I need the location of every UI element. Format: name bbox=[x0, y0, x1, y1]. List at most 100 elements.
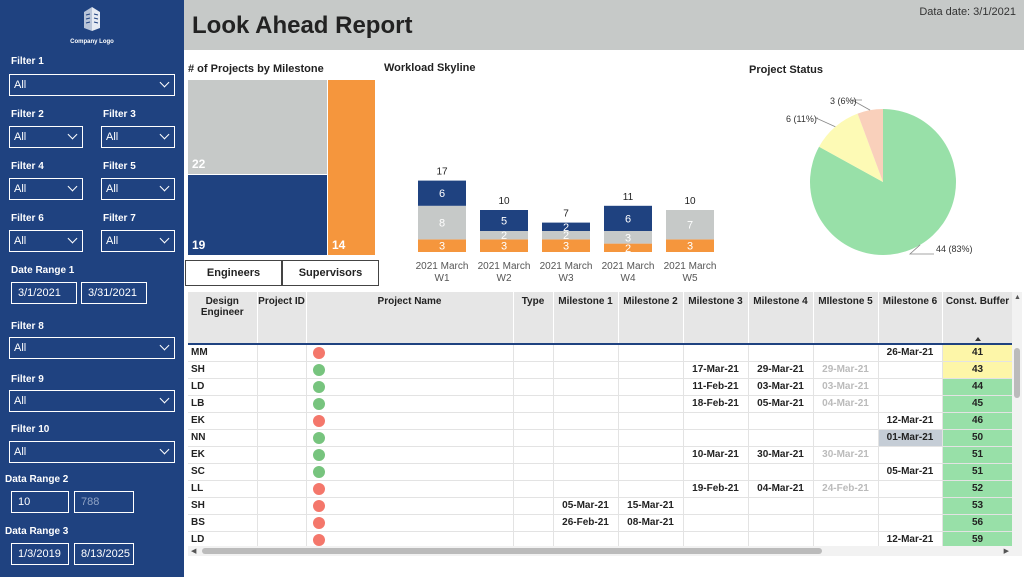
table-row[interactable]: MM 26-Mar-21 41 bbox=[188, 344, 1014, 362]
filter-6-dropdown[interactable]: All bbox=[9, 230, 83, 252]
cell-milestone-5 bbox=[813, 497, 879, 515]
cell-design-engineer: LB bbox=[188, 395, 258, 413]
data-range-3-start[interactable]: 1/3/2019 bbox=[11, 543, 69, 565]
cell-milestone-2 bbox=[618, 480, 684, 498]
cell-project-name bbox=[306, 395, 514, 413]
table-row[interactable]: SH 05-Mar-21 15-Mar-21 53 bbox=[188, 497, 1014, 515]
filter-6-label: Filter 6 bbox=[11, 213, 44, 224]
data-range-3-end[interactable]: 8/13/2025 bbox=[74, 543, 134, 565]
cell-design-engineer: BS bbox=[188, 514, 258, 532]
cell-project-id bbox=[257, 463, 307, 481]
cell-milestone-2 bbox=[618, 361, 684, 379]
vertical-scrollbar[interactable]: ▲ bbox=[1012, 292, 1022, 556]
filter-10-dropdown[interactable]: All bbox=[9, 441, 175, 463]
filter-2-dropdown[interactable]: All bbox=[9, 126, 83, 148]
cell-milestone-5: 03-Mar-21 bbox=[813, 378, 879, 396]
tab-engineers[interactable]: Engineers bbox=[185, 260, 282, 286]
pie-slice-label: 3 (6%) bbox=[830, 96, 857, 106]
cell-milestone-3: 17-Mar-21 bbox=[683, 361, 749, 379]
date-range-1-start[interactable]: 3/1/2021 bbox=[11, 282, 77, 304]
col-design-engineer[interactable]: Design Engineer bbox=[188, 292, 258, 345]
skyline-segment-label: 5 bbox=[501, 216, 507, 228]
col-milestone-5[interactable]: MIlestone 5 bbox=[813, 292, 879, 345]
col-type[interactable]: Type bbox=[513, 292, 554, 345]
treemap-cell-orange[interactable]: 14 bbox=[328, 80, 375, 255]
skyline-category-label: W1 bbox=[435, 273, 450, 284]
filter-6-value: All bbox=[14, 235, 27, 247]
cell-const-buffer: 50 bbox=[942, 429, 1014, 447]
col-const-buffer[interactable]: Const. Buffer bbox=[942, 292, 1014, 345]
scroll-up-icon[interactable]: ▲ bbox=[1014, 294, 1021, 301]
cell-milestone-6 bbox=[878, 514, 943, 532]
status-dot-icon bbox=[312, 465, 325, 478]
filter-5-dropdown[interactable]: All bbox=[101, 178, 175, 200]
filter-3-dropdown[interactable]: All bbox=[101, 126, 175, 148]
col-milestone-1[interactable]: Milestone 1 bbox=[553, 292, 619, 345]
status-dot-icon bbox=[312, 414, 325, 427]
cell-project-name bbox=[306, 497, 514, 515]
tab-supervisors[interactable]: Supervisors bbox=[282, 260, 379, 286]
vertical-scroll-thumb[interactable] bbox=[1014, 348, 1020, 398]
status-dot-icon bbox=[312, 499, 325, 512]
table-row[interactable]: NN 01-Mar-21 50 bbox=[188, 429, 1014, 447]
table-row[interactable]: EK 12-Mar-21 46 bbox=[188, 412, 1014, 430]
cell-milestone-3 bbox=[683, 412, 749, 430]
cell-milestone-3: 10-Mar-21 bbox=[683, 446, 749, 464]
cell-milestone-4: 29-Mar-21 bbox=[748, 361, 814, 379]
chevron-down-icon bbox=[67, 181, 78, 192]
table-row[interactable]: LL 19-Feb-21 04-Mar-21 24-Feb-21 52 bbox=[188, 480, 1014, 498]
col-project-name[interactable]: Project Name bbox=[306, 292, 514, 345]
filter-9-dropdown[interactable]: All bbox=[9, 390, 175, 412]
filter-sidebar: Company Logo Filter 1 All Filter 2 All F… bbox=[0, 0, 184, 577]
cell-milestone-6 bbox=[878, 378, 943, 396]
table-row[interactable]: LD 11-Feb-21 03-Mar-21 03-Mar-21 44 bbox=[188, 378, 1014, 396]
cell-type bbox=[513, 514, 554, 532]
treemap-cell-blue[interactable]: 19 bbox=[188, 175, 327, 255]
page-title: Look Ahead Report bbox=[192, 12, 413, 39]
skyline-segment-label: 8 bbox=[439, 218, 445, 230]
data-range-2-end[interactable]: 788 bbox=[74, 491, 134, 513]
horizontal-scroll-thumb[interactable] bbox=[202, 548, 822, 554]
cell-const-buffer: 44 bbox=[942, 378, 1014, 396]
cell-type bbox=[513, 378, 554, 396]
status-dot-icon bbox=[312, 397, 325, 410]
col-milestone-4[interactable]: Milestone 4 bbox=[748, 292, 814, 345]
cell-milestone-4: 05-Mar-21 bbox=[748, 395, 814, 413]
col-milestone-2[interactable]: Milestone 2 bbox=[618, 292, 684, 345]
cell-milestone-6 bbox=[878, 480, 943, 498]
table-row[interactable]: SC 05-Mar-21 51 bbox=[188, 463, 1014, 481]
filter-1-dropdown[interactable]: All bbox=[9, 74, 175, 96]
treemap-cell-grey[interactable]: 22 bbox=[188, 80, 327, 174]
cell-project-id bbox=[257, 378, 307, 396]
cell-milestone-1: 05-Mar-21 bbox=[553, 497, 619, 515]
col-milestone-6[interactable]: Milestone 6 bbox=[878, 292, 943, 345]
filter-7-dropdown[interactable]: All bbox=[101, 230, 175, 252]
table-row[interactable]: EK 10-Mar-21 30-Mar-21 30-Mar-21 51 bbox=[188, 446, 1014, 464]
cell-type bbox=[513, 480, 554, 498]
cell-project-name bbox=[306, 514, 514, 532]
table-row[interactable]: LB 18-Feb-21 05-Mar-21 04-Mar-21 45 bbox=[188, 395, 1014, 413]
scroll-right-icon[interactable]: ▶ bbox=[1004, 547, 1009, 555]
table-row[interactable]: BS 26-Feb-21 08-Mar-21 56 bbox=[188, 514, 1014, 532]
cell-milestone-2 bbox=[618, 412, 684, 430]
horizontal-scrollbar[interactable]: ◀ ▶ bbox=[188, 546, 1012, 556]
filter-4-dropdown[interactable]: All bbox=[9, 178, 83, 200]
date-range-1-end[interactable]: 3/31/2021 bbox=[81, 282, 147, 304]
data-range-2-start[interactable]: 10 bbox=[11, 491, 69, 513]
cell-project-id bbox=[257, 429, 307, 447]
cell-project-id bbox=[257, 412, 307, 430]
skyline-total-label: 7 bbox=[563, 209, 569, 220]
cell-project-name bbox=[306, 412, 514, 430]
cell-const-buffer: 51 bbox=[942, 446, 1014, 464]
skyline-segment-label: 3 bbox=[563, 241, 569, 253]
table-row[interactable]: SH 17-Mar-21 29-Mar-21 29-Mar-21 43 bbox=[188, 361, 1014, 379]
cell-project-name bbox=[306, 480, 514, 498]
cell-milestone-2: 08-Mar-21 bbox=[618, 514, 684, 532]
scroll-left-icon[interactable]: ◀ bbox=[191, 547, 196, 555]
chevron-down-icon bbox=[159, 77, 170, 88]
col-milestone-3[interactable]: Milestone 3 bbox=[683, 292, 749, 345]
filter-8-dropdown[interactable]: All bbox=[9, 337, 175, 359]
cell-milestone-1 bbox=[553, 463, 619, 481]
chevron-down-icon bbox=[67, 129, 78, 140]
col-project-id[interactable]: Project ID bbox=[257, 292, 307, 345]
